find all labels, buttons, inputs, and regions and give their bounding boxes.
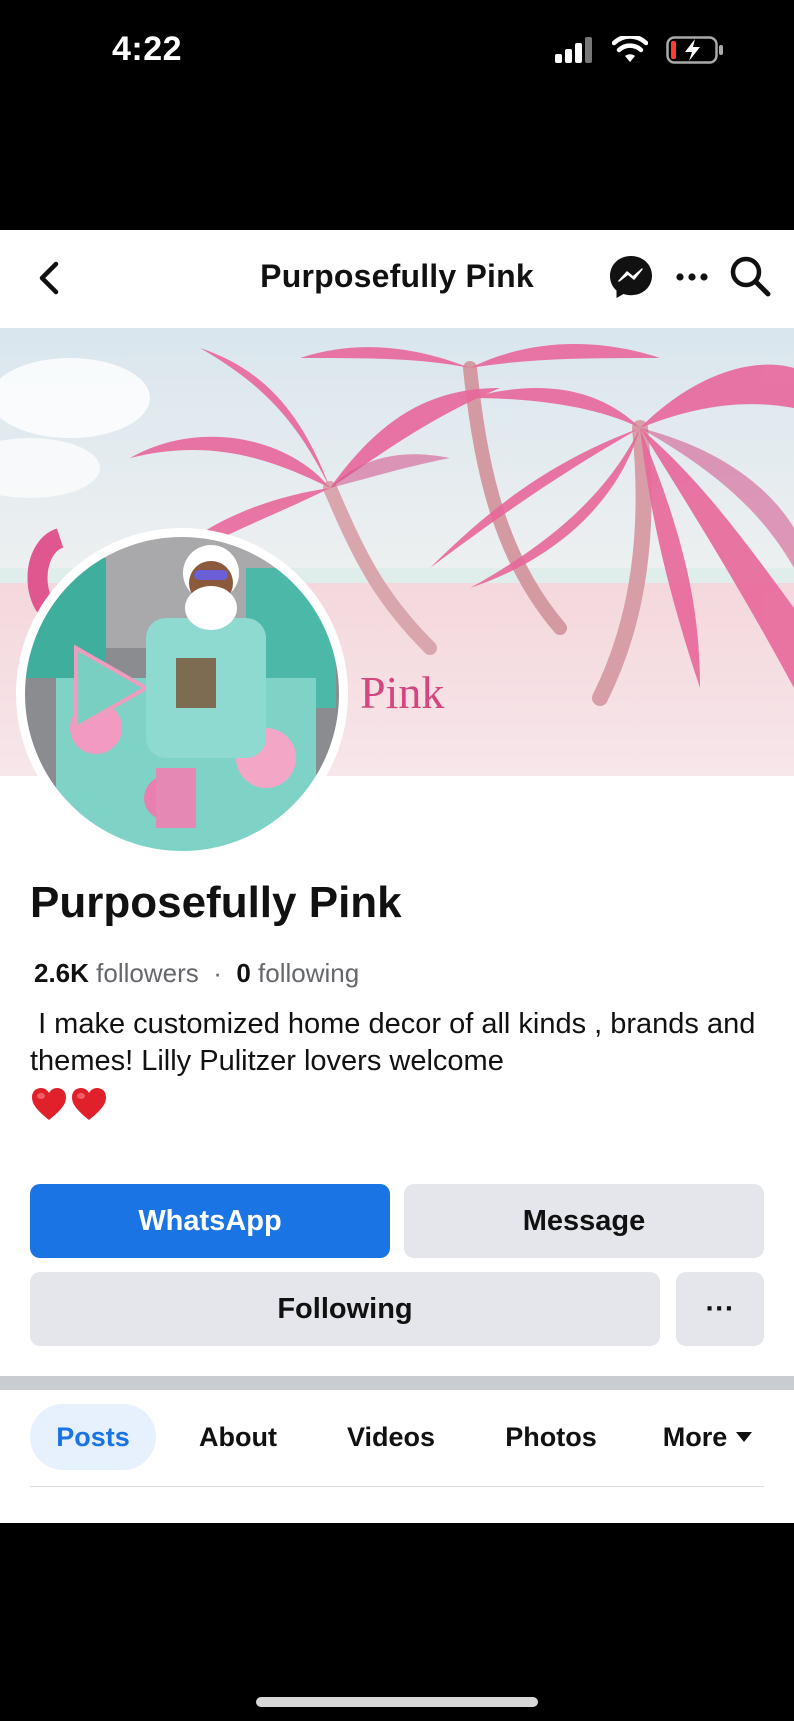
section-divider [0,1376,794,1390]
follow-stats: 2.6K followers · 0 following [34,958,359,989]
stats-separator: · [213,958,222,988]
more-options-icon[interactable] [672,260,712,294]
following-count[interactable]: 0 [236,958,250,988]
followers-count[interactable]: 2.6K [34,958,89,988]
tab-videos[interactable]: Videos [326,1404,456,1470]
caret-down-icon [736,1432,753,1442]
avatar-image [19,531,345,857]
followers-label[interactable]: followers [96,958,199,988]
tab-posts[interactable]: Posts [30,1404,156,1470]
bottom-dimmed-area [0,1523,794,1721]
message-button[interactable]: Message [404,1184,764,1258]
messenger-icon[interactable] [608,254,654,300]
profile-bio: I make customized home decor of all kind… [30,1006,770,1080]
heart-icon [72,1088,106,1120]
profile-tabs: Posts About Videos Photos More [0,1404,794,1470]
tab-more[interactable]: More [646,1404,770,1470]
cellular-signal-icon [555,37,592,63]
heart-icon [32,1088,66,1120]
profile-sheet: Purposefully Pink Pink Purposefully Pink… [0,230,794,1523]
bio-emoji-row [30,1086,108,1122]
tab-more-label: More [662,1421,728,1452]
following-button[interactable]: Following [30,1272,660,1346]
home-indicator[interactable] [256,1697,538,1707]
wifi-icon [612,36,648,62]
battery-charging-icon [666,36,723,64]
status-bar: 4:22 [0,0,794,110]
search-icon[interactable] [728,254,772,298]
tab-about[interactable]: About [176,1404,300,1470]
background-toolbar [0,110,794,230]
navigation-bar: Purposefully Pink [0,230,794,328]
tabs-divider [30,1486,764,1487]
status-icons [554,36,724,64]
whatsapp-button[interactable]: WhatsApp [30,1184,390,1258]
cover-overlay-text: Pink [360,667,444,718]
status-time: 4:22 [112,30,183,68]
more-actions-button[interactable]: ··· [676,1272,764,1346]
following-label[interactable]: following [258,958,359,988]
bio-text: I make customized home decor of all kind… [30,1008,756,1077]
tab-photos[interactable]: Photos [484,1404,618,1470]
profile-avatar[interactable] [16,528,348,860]
profile-name: Purposefully Pink [30,878,402,927]
